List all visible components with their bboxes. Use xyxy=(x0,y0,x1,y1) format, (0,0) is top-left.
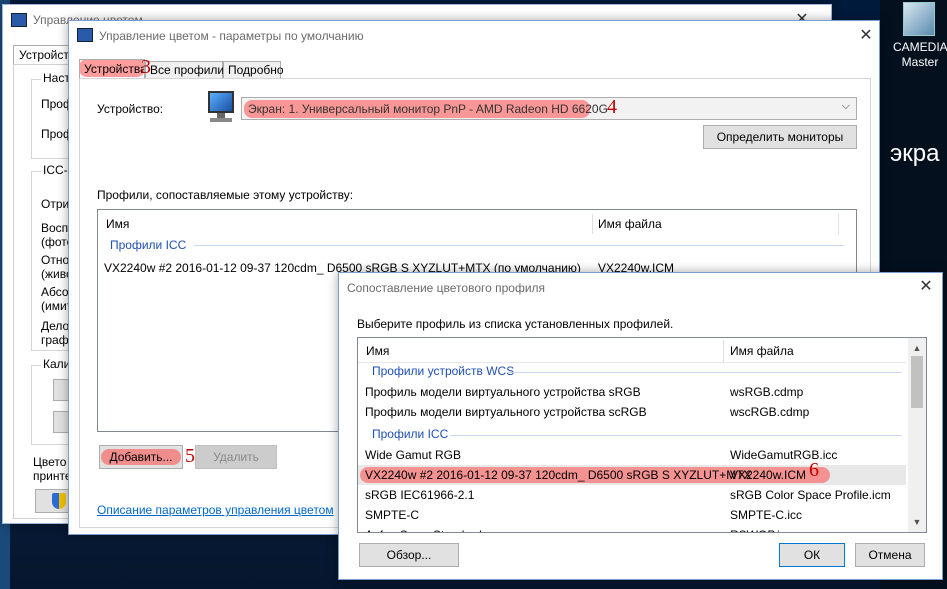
desktop-partial-text: экра xyxy=(890,140,940,167)
icc-row-name: Wide Gamut RGB xyxy=(365,448,462,462)
back-line-0: Отри xyxy=(41,197,70,211)
device-label: Устройство: xyxy=(97,102,164,116)
group-icc-label: Профили ICC xyxy=(372,427,449,441)
dialog-close-icon[interactable]: ✕ xyxy=(913,275,939,299)
wcs-row[interactable]: Профиль модели виртуального устройства s… xyxy=(358,402,906,422)
wcs-row-file: wscRGB.cdmp xyxy=(730,405,810,419)
browse-button[interactable]: Обзор... xyxy=(359,543,459,567)
dialog-header-separator xyxy=(358,362,906,363)
scroll-thumb[interactable] xyxy=(911,356,923,408)
scroll-up-icon[interactable]: ▲ xyxy=(908,340,926,356)
profile-association-dialog[interactable]: Сопоставление цветового профиля ✕ Выбери… xyxy=(338,272,943,580)
cancel-button[interactable]: Отмена xyxy=(855,543,925,567)
add-profile-button[interactable]: Добавить... xyxy=(99,445,183,469)
ok-button[interactable]: ОК xyxy=(779,543,845,567)
back-line-5: Абсо xyxy=(41,285,69,299)
main-window-title: Управление цветом - параметры по умолчан… xyxy=(99,29,364,43)
list-scrollbar[interactable]: ▲ ▼ xyxy=(908,338,926,532)
remove-profile-button[interactable]: Удалить xyxy=(195,445,277,469)
dialog-instruction: Выберите профиль из списка установленных… xyxy=(357,317,674,331)
icc-row-name: Agfa : Swop Standard xyxy=(365,525,482,532)
profiles-group-icc: Профили ICC xyxy=(110,238,187,252)
annotation-4: 4 xyxy=(607,96,617,118)
dialog-titlebar[interactable]: Сопоставление цветового профиля xyxy=(339,273,942,303)
icc-row-name: VX2240w #2 2016-01-12 09-37 120cdm_ D650… xyxy=(365,468,752,482)
icc-row-name: SMPTE-C xyxy=(365,508,419,522)
wcs-row-name: Профиль модели виртуального устройства s… xyxy=(365,385,641,399)
tab-devices[interactable]: Устройства xyxy=(79,59,145,79)
back-line-1: Восп xyxy=(41,221,69,235)
main-window-close-icon[interactable]: ✕ xyxy=(853,24,879,48)
annotation-5: 5 xyxy=(185,445,195,467)
tab-advanced[interactable]: Подробно xyxy=(223,61,284,79)
icc-row-file: sRGB Color Space Profile.icm xyxy=(730,488,891,502)
icc-row[interactable]: SMPTE-C SMPTE-C.icc xyxy=(358,505,906,525)
monitor-icon xyxy=(206,91,236,125)
back-bottom-line1: Цвето xyxy=(33,455,67,469)
dialog-header-name[interactable]: Имя xyxy=(366,344,389,358)
icc-row-file: RSWOP.icm xyxy=(730,525,796,532)
group-icc-line xyxy=(450,435,902,436)
icc-row[interactable]: sRGB IEC61966-2.1 sRGB Color Space Profi… xyxy=(358,485,906,505)
color-management-help-link[interactable]: Описание параметров управления цветом xyxy=(97,503,334,517)
device-dropdown[interactable]: Экран: 1. Универсальный монитор PnP - AM… xyxy=(241,97,857,120)
back-line-3: Отно xyxy=(41,253,70,267)
monitor-base-icon xyxy=(210,118,232,122)
group-wcs-label: Профили устройств WCS xyxy=(372,364,515,378)
main-window-app-icon xyxy=(77,28,93,42)
annotation-3: 3 xyxy=(141,56,151,78)
camedia-icon xyxy=(903,2,935,36)
identify-monitors-button[interactable]: Определить мониторы xyxy=(703,125,857,149)
dialog-title: Сопоставление цветового профиля xyxy=(347,281,546,295)
profiles-header-divider-2 xyxy=(838,214,839,234)
monitor-screen-icon xyxy=(208,91,234,113)
back-line-7: Дело xyxy=(41,319,70,333)
back-line-8: граф xyxy=(41,333,69,347)
icc-row-selected[interactable]: VX2240w #2 2016-01-12 09-37 120cdm_ D650… xyxy=(358,465,906,485)
available-profiles-list[interactable]: Имя Имя файла Профили устройств WCS Проф… xyxy=(357,337,927,533)
profiles-header-file[interactable]: Имя файла xyxy=(598,217,662,231)
wcs-row[interactable]: Профиль модели виртуального устройства s… xyxy=(358,382,906,402)
icc-row-file: SMPTE-C.icc xyxy=(730,508,802,522)
wcs-row-file: wsRGB.cdmp xyxy=(730,385,804,399)
icc-row-file: VX2240w.ICM xyxy=(730,468,807,482)
icc-row-name: sRGB IEC61966-2.1 xyxy=(365,488,475,502)
back-window-app-icon xyxy=(11,13,27,27)
device-dropdown-value: Экран: 1. Универсальный монитор PnP - AM… xyxy=(248,102,608,116)
profiles-header-name[interactable]: Имя xyxy=(106,217,129,231)
annotation-6: 6 xyxy=(809,459,819,481)
camedia-desktop-icon[interactable]: CAMEDIA Master xyxy=(893,2,947,72)
main-window-titlebar[interactable]: Управление цветом - параметры по умолчан… xyxy=(69,21,879,51)
add-button-label: Добавить... xyxy=(109,450,173,464)
back-bottom-line2: принте xyxy=(33,469,72,483)
wcs-row-name: Профиль модели виртуального устройства s… xyxy=(365,405,647,419)
profiles-header-divider xyxy=(592,214,593,234)
chevron-down-icon: ⌵ xyxy=(841,100,850,112)
dialog-header-divider xyxy=(723,340,724,362)
back-window-tab-devices[interactable]: Устройства xyxy=(13,45,73,65)
group-wcs-line xyxy=(508,372,902,373)
icc-row-file: WideGamutRGB.icc xyxy=(730,448,838,462)
scroll-down-icon[interactable]: ▼ xyxy=(908,514,926,530)
dialog-header-file[interactable]: Имя файла xyxy=(730,344,794,358)
profiles-group-line xyxy=(194,245,844,246)
icc-row[interactable]: Agfa : Swop Standard RSWOP.icm xyxy=(358,525,906,532)
icc-row[interactable]: Wide Gamut RGB WideGamutRGB.icc xyxy=(358,445,906,465)
profiles-label: Профили, сопоставляемые этому устройству… xyxy=(97,188,354,202)
camedia-label-line1: CAMEDIA xyxy=(893,40,947,54)
camedia-label-line2: Master xyxy=(901,55,939,69)
shield-icon xyxy=(52,493,66,509)
tab-all-profiles[interactable]: Все профили xyxy=(145,61,224,79)
back-group2-label: ICC- xyxy=(41,163,70,177)
